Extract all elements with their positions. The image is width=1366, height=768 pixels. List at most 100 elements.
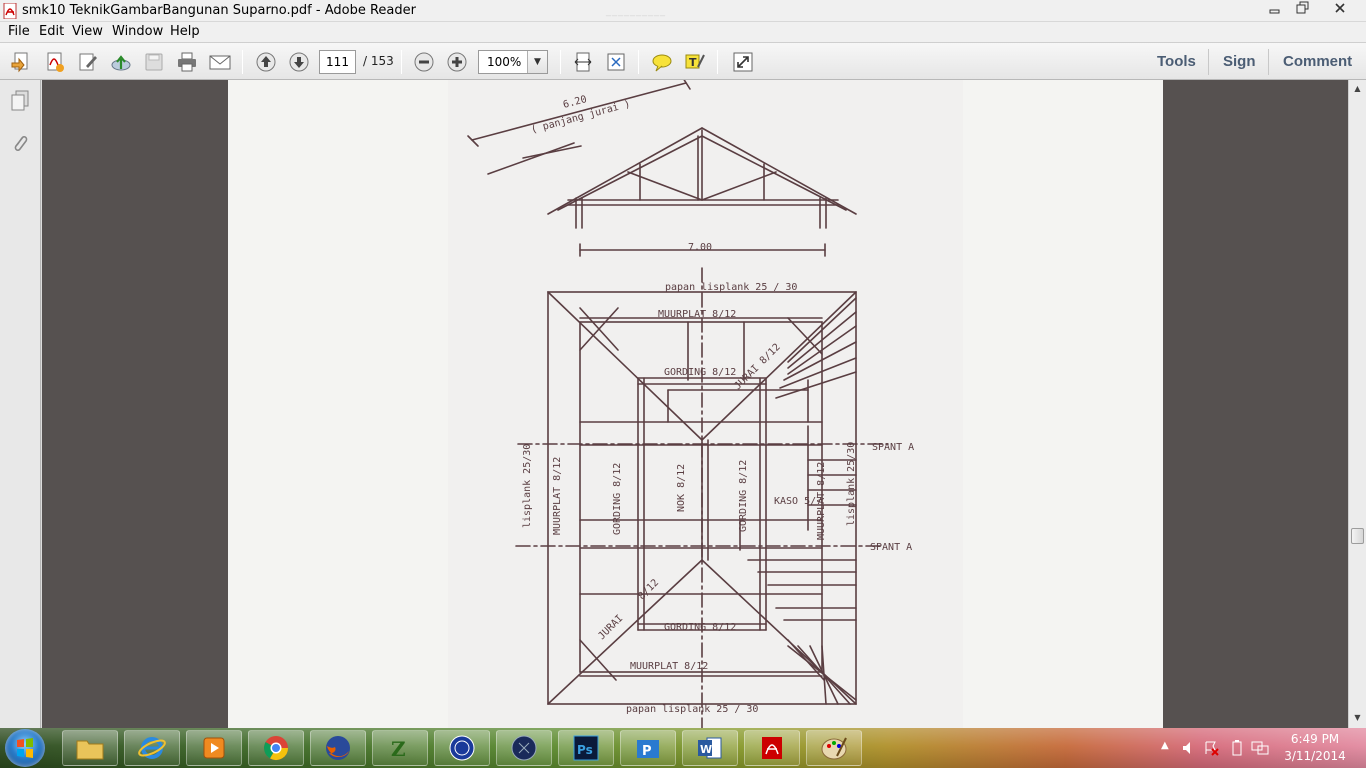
menu-bar: File Edit View Window Help <box>0 22 1366 42</box>
title-bar: smk10 TeknikGambarBangunan Suparno.pdf -… <box>0 0 1366 22</box>
arrow-up-icon <box>256 52 276 72</box>
label-muurplat-left: MUURPLAT 8/12 <box>552 457 563 535</box>
menu-view[interactable]: View <box>72 24 103 39</box>
chelsea-crest-icon <box>449 735 475 761</box>
label-muurplat-top: MUURPLAT 8/12 <box>658 309 736 320</box>
tray-expand-icon[interactable]: ▲ <box>1161 740 1169 751</box>
label-muurplat-right: MUURPLAT 8/12 <box>816 462 827 540</box>
create-pdf-button[interactable] <box>42 49 68 75</box>
fit-width-icon <box>574 52 592 72</box>
svg-text:P: P <box>642 744 652 759</box>
label-spant-1: SPANT A <box>872 442 914 453</box>
upload-button[interactable] <box>108 49 134 75</box>
action-center-icon[interactable] <box>1203 740 1219 756</box>
taskbar-adobe-reader[interactable] <box>744 730 800 766</box>
previous-page-button[interactable] <box>253 49 279 75</box>
menu-window[interactable]: Window <box>112 24 163 39</box>
label-gording-left: GORDING 8/12 <box>612 463 623 535</box>
email-button[interactable] <box>207 49 233 75</box>
taskbar-publisher[interactable]: P <box>620 730 676 766</box>
open-button[interactable] <box>8 49 34 75</box>
save-button[interactable] <box>141 49 167 75</box>
app-z-icon: Z <box>391 737 406 761</box>
battery-icon[interactable] <box>1231 740 1243 756</box>
paint-palette-icon <box>821 737 847 760</box>
clock-date: 3/11/2014 <box>1284 749 1346 763</box>
taskbar-word[interactable]: W <box>682 730 738 766</box>
menu-file[interactable]: File <box>8 24 30 39</box>
start-button[interactable] <box>5 729 45 767</box>
photoshop-icon: Ps <box>573 735 599 761</box>
open-file-icon <box>11 52 28 73</box>
scroll-thumb[interactable] <box>1351 528 1364 544</box>
minimize-icon <box>1269 9 1280 14</box>
taskbar-photoshop[interactable]: Ps <box>558 730 614 766</box>
print-button[interactable] <box>174 49 200 75</box>
taskbar-paint[interactable] <box>806 730 862 766</box>
label-kaso: KASO 5/7 <box>774 496 822 507</box>
taskbar-chelsea[interactable] <box>434 730 490 766</box>
page-total: / 153 <box>363 54 394 68</box>
zoom-select[interactable]: 100% ▼ <box>478 50 548 74</box>
zoom-value: 100% <box>487 55 522 69</box>
emblem-icon <box>511 735 537 761</box>
scroll-down-icon[interactable]: ▼ <box>1350 710 1365 726</box>
minus-circle-icon <box>414 52 434 72</box>
zoom-out-button[interactable] <box>411 49 437 75</box>
paperclip-icon <box>14 135 28 152</box>
menu-edit[interactable]: Edit <box>39 24 64 39</box>
minimize-button[interactable] <box>1260 0 1290 18</box>
navigation-pane <box>0 80 41 728</box>
chevron-down-icon[interactable]: ▼ <box>527 51 547 73</box>
taskbar-explorer[interactable] <box>62 730 118 766</box>
expand-icon <box>733 52 753 72</box>
volume-icon[interactable] <box>1181 740 1197 756</box>
taskbar-internet-explorer[interactable] <box>124 730 180 766</box>
taskbar-media-player[interactable] <box>186 730 242 766</box>
close-button[interactable] <box>1318 0 1362 18</box>
word-icon: W <box>698 737 722 759</box>
speech-bubble-icon <box>652 54 672 72</box>
comment-link[interactable]: Comment <box>1283 53 1352 70</box>
toolbar: 111 / 153 100% ▼ T Tools Sign Comment <box>0 42 1366 80</box>
tools-link[interactable]: Tools <box>1157 53 1196 70</box>
taskbar-emblem[interactable] <box>496 730 552 766</box>
vertical-scrollbar[interactable]: ▲ ▼ <box>1348 80 1366 728</box>
menu-help[interactable]: Help <box>170 24 200 39</box>
firefox-icon <box>326 736 350 760</box>
fit-window-icon <box>607 53 625 71</box>
page-number-input[interactable]: 111 <box>319 50 356 74</box>
next-page-button[interactable] <box>286 49 312 75</box>
add-note-button[interactable] <box>649 49 675 75</box>
label-lisplank-right: lisplank 25/30 <box>846 442 857 526</box>
pages-icon <box>11 90 29 111</box>
full-screen-button[interactable] <box>730 49 756 75</box>
highlight-button[interactable]: T <box>682 49 708 75</box>
fit-page-button[interactable] <box>570 49 596 75</box>
taskbar-app-z[interactable]: Z <box>372 730 428 766</box>
page-thumbnails-button[interactable] <box>7 88 33 114</box>
attachments-button[interactable] <box>7 130 33 156</box>
edit-pdf-button[interactable] <box>75 49 101 75</box>
printer-icon <box>178 52 196 72</box>
restore-button[interactable] <box>1288 0 1318 18</box>
document-viewer[interactable]: 6.20 ( panjang jurai ) 7.00 papan lispla… <box>42 80 1348 728</box>
fit-window-button[interactable] <box>603 49 629 75</box>
plus-circle-icon <box>447 52 467 72</box>
scroll-up-icon[interactable]: ▲ <box>1350 81 1365 97</box>
taskbar-firefox[interactable] <box>310 730 366 766</box>
taskbar-clock[interactable]: 6:49 PM 3/11/2014 <box>1280 731 1350 765</box>
zoom-in-button[interactable] <box>444 49 470 75</box>
folder-icon <box>76 740 104 760</box>
sign-link[interactable]: Sign <box>1223 53 1256 70</box>
pdf-page: 6.20 ( panjang jurai ) 7.00 papan lispla… <box>228 80 1163 728</box>
label-gording-bottom: GORDING 8/12 <box>664 622 736 633</box>
taskbar-chrome[interactable] <box>248 730 304 766</box>
media-player-icon <box>203 737 225 759</box>
svg-text:T: T <box>689 56 697 69</box>
window-title: smk10 TeknikGambarBangunan Suparno.pdf -… <box>22 3 416 18</box>
edit-document-icon <box>79 53 97 71</box>
close-icon <box>1335 3 1345 13</box>
label-spant-2: SPANT A <box>870 542 912 553</box>
network-icon[interactable] <box>1251 740 1269 756</box>
